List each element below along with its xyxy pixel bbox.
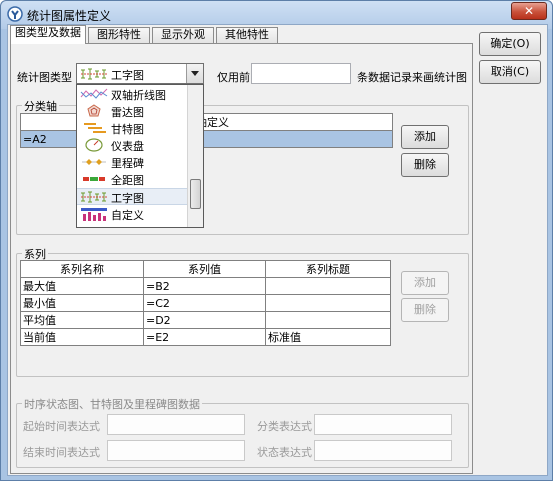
timing-data-title: 时序状态图、甘特图及里程碑图数据: [22, 396, 202, 412]
end-time-label: 结束时间表达式: [23, 446, 100, 459]
series-value-header: 系列值: [143, 260, 266, 278]
cancel-button[interactable]: 取消(C): [479, 60, 541, 84]
series-value-cell[interactable]: =C2: [143, 294, 266, 312]
option-custom[interactable]: 自定义: [77, 206, 187, 223]
start-time-label: 起始时间表达式: [23, 420, 100, 433]
option-milestone[interactable]: 里程碑: [77, 154, 187, 171]
option-dual-axis-line[interactable]: 双轴折线图: [77, 86, 187, 103]
dropdown-arrow-button[interactable]: [186, 64, 203, 83]
close-button[interactable]: ✕: [511, 2, 547, 20]
chart-type-select[interactable]: 工字图: [76, 63, 204, 84]
option-radar[interactable]: 雷达图: [77, 103, 187, 120]
state-expr-input[interactable]: [314, 440, 452, 461]
table-row[interactable]: 平均值 =D2: [20, 311, 391, 329]
table-row[interactable]: 最小值 =C2: [20, 294, 391, 312]
dropdown-scrollbar[interactable]: [187, 85, 203, 227]
start-time-input[interactable]: [107, 414, 245, 435]
series-value-cell[interactable]: =B2: [143, 277, 266, 295]
series-name-cell[interactable]: 最小值: [20, 294, 144, 312]
series-caption-header: 系列标题: [265, 260, 391, 278]
chart-type-dropdown-list: 双轴折线图 雷达图 甘特图 仪表盘 里程碑 全距图 工字图 自定义: [76, 84, 204, 228]
custom-chart-icon: [81, 208, 107, 221]
category-axis-title: 分类轴: [22, 98, 59, 114]
series-caption-cell[interactable]: 标准值: [265, 328, 391, 346]
use-first-label: 仅用前: [217, 71, 250, 84]
tab-panel-chart-type-data: 统计图类型 工字图 仅用前 条数据记录来画统计图 双轴折线图 雷达图 甘特图 仪…: [10, 43, 473, 474]
dual-axis-line-icon: [80, 88, 108, 99]
table-row[interactable]: 当前值 =E2 标准值: [20, 328, 391, 346]
state-expr-label: 状态表达式: [257, 446, 312, 459]
radar-chart-icon: [87, 104, 101, 117]
series-table: 系列名称 系列值 系列标题 最大值 =B2 最小值 =C2 平均值 =D2 当前…: [20, 260, 391, 346]
i-beam-chart-icon: [81, 191, 107, 203]
scrollbar-thumb[interactable]: [190, 179, 201, 209]
tab-chart-type-data[interactable]: 图类型及数据: [10, 25, 86, 44]
records-suffix-label: 条数据记录来画统计图: [357, 71, 467, 84]
option-range-chart[interactable]: 全距图: [77, 171, 187, 188]
category-expr-input[interactable]: [314, 414, 452, 435]
option-gauge[interactable]: 仪表盘: [77, 137, 187, 154]
chart-type-value: 工字图: [111, 69, 144, 82]
add-series-button[interactable]: 添加: [401, 271, 449, 295]
series-value-cell[interactable]: =D2: [143, 311, 266, 329]
i-beam-chart-icon: [81, 68, 107, 80]
option-label: 自定义: [111, 209, 144, 222]
category-expr-label: 分类表达式: [257, 420, 312, 433]
tab-other-properties[interactable]: 其他特性: [216, 27, 278, 43]
option-label: 里程碑: [111, 157, 144, 170]
milestone-icon: [82, 159, 106, 165]
add-category-button[interactable]: 添加: [401, 125, 449, 149]
option-label: 甘特图: [111, 123, 144, 136]
option-label: 双轴折线图: [111, 89, 166, 102]
option-label: 全距图: [111, 174, 144, 187]
series-name-header: 系列名称: [20, 260, 144, 278]
ok-button[interactable]: 确定(O): [479, 32, 541, 56]
option-label: 雷达图: [111, 106, 144, 119]
delete-series-button[interactable]: 删除: [401, 298, 449, 322]
series-name-cell[interactable]: 当前值: [20, 328, 144, 346]
delete-category-button[interactable]: 删除: [401, 153, 449, 177]
chart-type-label: 统计图类型: [17, 71, 72, 84]
series-caption-cell[interactable]: [265, 311, 391, 329]
window-title: 统计图属性定义: [27, 9, 112, 23]
close-icon: ✕: [523, 4, 535, 18]
option-gantt[interactable]: 甘特图: [77, 120, 187, 137]
gauge-icon: [85, 138, 103, 152]
app-icon: [7, 6, 23, 22]
series-caption-cell[interactable]: [265, 294, 391, 312]
option-i-beam[interactable]: 工字图: [77, 188, 187, 205]
series-name-cell[interactable]: 最大值: [20, 277, 144, 295]
dialog-window: 统计图属性定义 ✕ 图类型及数据 图形特性 显示外观 其他特性 确定(O) 取消…: [0, 0, 553, 481]
tab-display-appearance[interactable]: 显示外观: [152, 27, 214, 43]
series-caption-cell[interactable]: [265, 277, 391, 295]
tab-graphic-properties[interactable]: 图形特性: [88, 27, 150, 43]
gantt-chart-icon: [84, 123, 106, 133]
end-time-input[interactable]: [107, 440, 245, 461]
record-count-input[interactable]: [251, 63, 351, 84]
dialog-body: 图类型及数据 图形特性 显示外观 其他特性 确定(O) 取消(C) 统计图类型: [7, 24, 548, 476]
chevron-down-icon: [191, 71, 199, 76]
table-row[interactable]: 最大值 =B2: [20, 277, 391, 295]
series-value-cell[interactable]: =E2: [143, 328, 266, 346]
series-name-cell[interactable]: 平均值: [20, 311, 144, 329]
range-chart-icon: [83, 177, 105, 181]
series-group: 系列 系列名称 系列值 系列标题 最大值 =B2 最小值 =C2 平均值 =D2…: [16, 246, 469, 377]
timing-data-group: 时序状态图、甘特图及里程碑图数据 起始时间表达式 分类表达式 结束时间表达式 状…: [16, 396, 469, 468]
option-label: 工字图: [111, 192, 144, 205]
option-label: 仪表盘: [111, 140, 144, 153]
